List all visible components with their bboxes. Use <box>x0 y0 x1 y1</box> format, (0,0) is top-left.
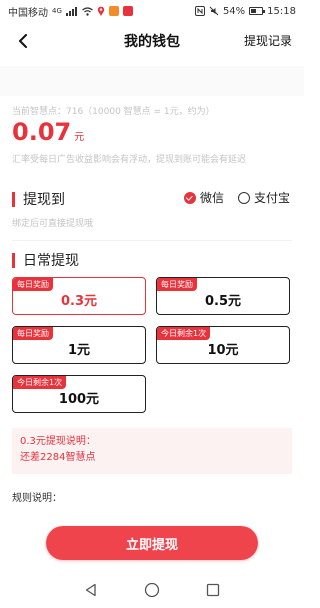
option-value: 0.5元 <box>204 294 242 309</box>
withdraw-now-button[interactable]: 立即提现 <box>46 526 258 560</box>
app-notification-icon <box>122 6 133 16</box>
mute-icon <box>209 6 219 16</box>
method-alipay[interactable]: 支付宝 <box>237 189 290 206</box>
withdraw-to-title: 提现到 <box>23 192 65 208</box>
alipay-radio-icon[interactable] <box>237 191 250 204</box>
balance-value: 0.07 <box>12 118 72 146</box>
withdraw-to-header: 提现到 <box>12 189 65 209</box>
balance-amount: 0.07 元 <box>12 118 84 146</box>
withdraw-option-10[interactable]: 今日剩余1次 10元 <box>156 326 290 364</box>
square-recents-icon <box>207 583 220 597</box>
daily-withdraw-title: 日常提现 <box>23 253 79 269</box>
option-value: 10元 <box>207 343 239 358</box>
exchange-rate-note: 汇率受每日广告收益影响会有浮动，提现到账可能会有延迟 <box>12 155 247 165</box>
option-value: 1元 <box>67 343 91 358</box>
triangle-back-icon <box>85 583 96 597</box>
battery-percent: 54% <box>222 5 246 17</box>
method-alipay-label: 支付宝 <box>253 191 290 205</box>
daily-withdraw-header: 日常提现 <box>12 250 79 270</box>
app-notification-icon <box>108 6 119 16</box>
explanation-title: 0.3元提现说明： <box>20 436 96 447</box>
wechat-radio-checked-icon[interactable] <box>183 191 196 204</box>
carrier-name: 中国移动 <box>8 7 48 19</box>
status-bar-left: 中国移动 4G <box>8 4 133 19</box>
withdraw-option-100[interactable]: 今日剩余1次 100元 <box>12 375 146 413</box>
withdraw-option-1[interactable]: 每日奖励 1元 <box>12 326 146 364</box>
signal-icon <box>65 6 77 16</box>
section-divider <box>12 240 292 241</box>
status-bar: 中国移动 4G 54% 15:18 <box>0 0 304 22</box>
method-wechat-label: 微信 <box>199 191 224 205</box>
withdraw-history-link[interactable]: 提现记录 <box>244 32 292 49</box>
option-value: 0.3元 <box>60 294 98 309</box>
withdraw-option-0-3[interactable]: 每日奖励 0.3元 <box>12 277 146 315</box>
system-back-button[interactable] <box>81 580 101 600</box>
system-recents-button[interactable] <box>203 580 223 600</box>
nfc-icon <box>194 6 205 16</box>
back-button[interactable] <box>12 30 34 52</box>
balance-unit: 元 <box>74 132 85 143</box>
option-value: 100元 <box>58 392 100 407</box>
system-home-button[interactable] <box>142 580 162 600</box>
withdraw-option-0-5[interactable]: 每日奖励 0.5元 <box>156 277 290 315</box>
wifi-icon <box>82 6 93 16</box>
method-wechat[interactable]: 微信 <box>183 189 224 206</box>
top-nav-bar: 我的钱包 提现记录 <box>0 22 304 60</box>
status-bar-right: 54% 15:18 <box>194 5 296 17</box>
rules-title: 规则说明： <box>12 493 62 504</box>
explanation-shortfall: 还差2284智慧点 <box>20 452 96 463</box>
payment-method-group: 微信 支付宝 <box>183 189 290 206</box>
page-title: 我的钱包 <box>124 34 180 50</box>
withdraw-explanation-box: 0.3元提现说明： 还差2284智慧点 <box>12 428 292 474</box>
network-type: 4G <box>52 7 62 15</box>
circle-home-icon <box>144 582 160 598</box>
location-pin-icon <box>97 6 105 16</box>
battery-level <box>251 9 257 13</box>
chevron-left-icon <box>19 34 27 48</box>
section-accent-bar <box>12 191 15 207</box>
points-balance-text: 当前智慧点：716（10000 智慧点 = 1元，约为） <box>12 107 215 117</box>
bind-account-note: 绑定后可直接提现哦 <box>12 219 94 229</box>
battery-icon <box>249 7 266 15</box>
header-divider-band <box>0 66 304 96</box>
section-accent-bar <box>12 252 15 268</box>
clock: 15:18 <box>267 5 296 17</box>
system-navigation-bar <box>0 572 304 608</box>
